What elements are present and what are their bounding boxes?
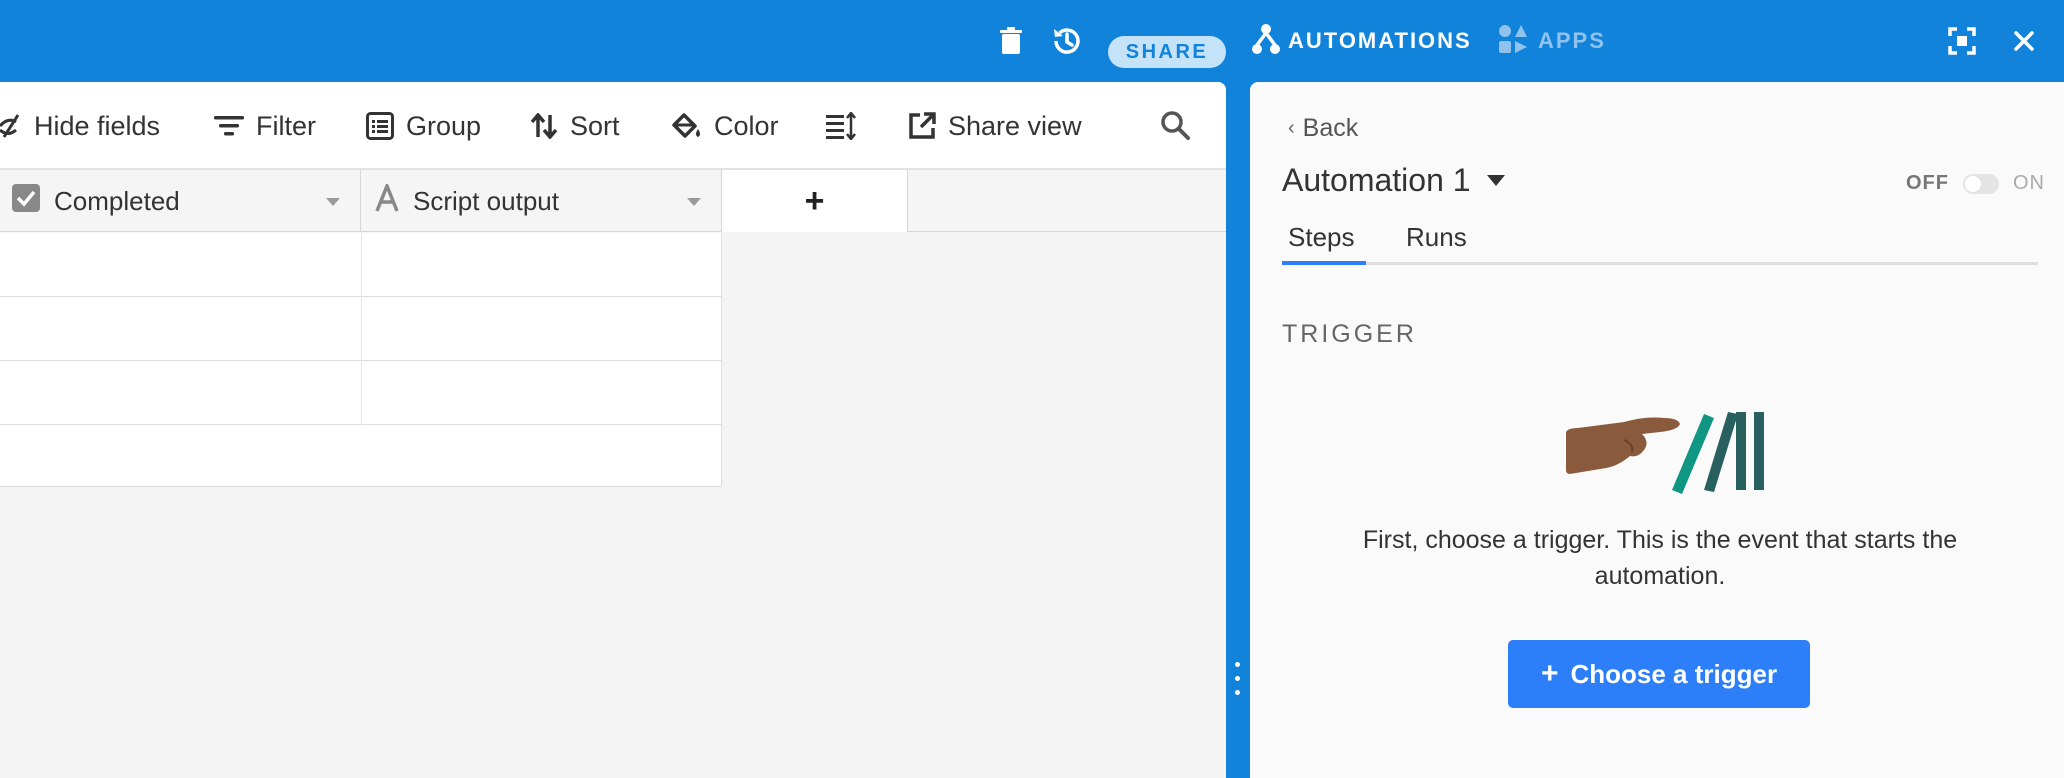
automation-title[interactable]: Automation 1	[1282, 162, 1505, 199]
search-icon[interactable]	[1160, 110, 1190, 145]
hide-fields-icon	[0, 114, 20, 138]
share-view-label: Share view	[948, 110, 1082, 141]
plus-icon: +	[1540, 657, 1559, 690]
hide-fields-label: Hide fields	[34, 110, 161, 141]
toggle-off-label: OFF	[1906, 172, 1949, 194]
view-toolbar: Hide fields Filter Group Sort Color Shar…	[0, 82, 1226, 170]
row-height-icon	[826, 112, 856, 140]
toggle-on-label: ON	[2013, 172, 2045, 194]
apps-label: APPS	[1538, 28, 1606, 53]
filter-icon	[214, 116, 244, 136]
back-button[interactable]: ‹ Back	[1288, 114, 1358, 143]
tab-steps[interactable]: Steps	[1288, 222, 1355, 253]
group-icon	[366, 112, 394, 140]
chevron-down-icon[interactable]	[326, 198, 340, 206]
trash-icon[interactable]	[998, 0, 1024, 82]
color-icon	[672, 113, 700, 138]
chevron-left-icon: ‹	[1288, 117, 1295, 139]
automation-panel: ‹ Back Automation 1 OFF ON Steps Runs TR…	[1250, 82, 2064, 778]
expand-icon[interactable]	[1948, 0, 1976, 82]
automation-name: Automation 1	[1282, 162, 1471, 198]
sort-label: Sort	[570, 110, 620, 141]
tabs-divider	[1282, 262, 2038, 265]
share-view-icon	[909, 112, 936, 139]
table-row[interactable]	[0, 233, 722, 297]
resize-dot	[1235, 676, 1240, 681]
color-label: Color	[714, 110, 779, 141]
domino-hand-illustration	[1564, 400, 1764, 505]
top-bar: SHARE AUTOMATIONS APPS	[0, 0, 2064, 82]
color-button[interactable]: Color	[670, 82, 779, 170]
trigger-description: First, choose a trigger. This is the eve…	[1362, 526, 1958, 590]
add-row[interactable]	[0, 425, 722, 487]
filter-button[interactable]: Filter	[214, 82, 316, 170]
active-tab-indicator	[1282, 261, 1366, 265]
grid-panel: Hide fields Filter Group Sort Color Shar…	[0, 82, 1226, 778]
back-label: Back	[1302, 114, 1359, 142]
column-name: Script output	[413, 185, 559, 216]
filter-label: Filter	[256, 110, 316, 141]
share-view-button[interactable]: Share view	[908, 82, 1082, 170]
automations-tab[interactable]: AUTOMATIONS	[1252, 0, 1472, 82]
apps-tab[interactable]: APPS	[1498, 0, 1606, 82]
choose-trigger-button[interactable]: + Choose a trigger	[1508, 640, 1810, 708]
chevron-down-icon[interactable]	[687, 198, 701, 206]
hide-fields-button[interactable]: Hide fields	[0, 82, 160, 170]
sort-button[interactable]: Sort	[530, 82, 620, 170]
toggle-switch[interactable]	[1963, 173, 1999, 194]
tab-runs[interactable]: Runs	[1406, 222, 1467, 253]
table-row[interactable]	[0, 361, 722, 425]
history-icon[interactable]	[1050, 0, 1084, 82]
trigger-section-label: TRIGGER	[1282, 320, 1417, 348]
sort-icon	[530, 113, 558, 139]
automation-toggle[interactable]: OFF ON	[1906, 172, 2045, 195]
table-row[interactable]	[0, 297, 722, 361]
add-column-button[interactable]: +	[722, 170, 908, 232]
automations-icon	[1252, 23, 1280, 60]
automations-label: AUTOMATIONS	[1288, 28, 1472, 53]
panel-resize-handle[interactable]	[1226, 82, 1248, 778]
column-header-script-output[interactable]: Script output	[361, 170, 722, 232]
row-height-button[interactable]	[826, 82, 868, 170]
group-label: Group	[406, 110, 482, 141]
checkbox-field-icon	[12, 183, 40, 219]
apps-icon	[1498, 24, 1528, 59]
grid-header: Completed Script output +	[0, 170, 1226, 232]
text-field-icon	[375, 180, 399, 219]
resize-dot	[1235, 690, 1240, 695]
group-button[interactable]: Group	[366, 82, 481, 170]
column-name: Completed	[54, 185, 180, 216]
share-button[interactable]: SHARE	[1108, 36, 1226, 68]
close-icon[interactable]	[2014, 0, 2034, 82]
caret-down-icon[interactable]	[1486, 175, 1505, 186]
column-header-completed[interactable]: Completed	[0, 170, 361, 232]
resize-dot	[1235, 662, 1240, 667]
choose-trigger-label: Choose a trigger	[1570, 658, 1778, 689]
